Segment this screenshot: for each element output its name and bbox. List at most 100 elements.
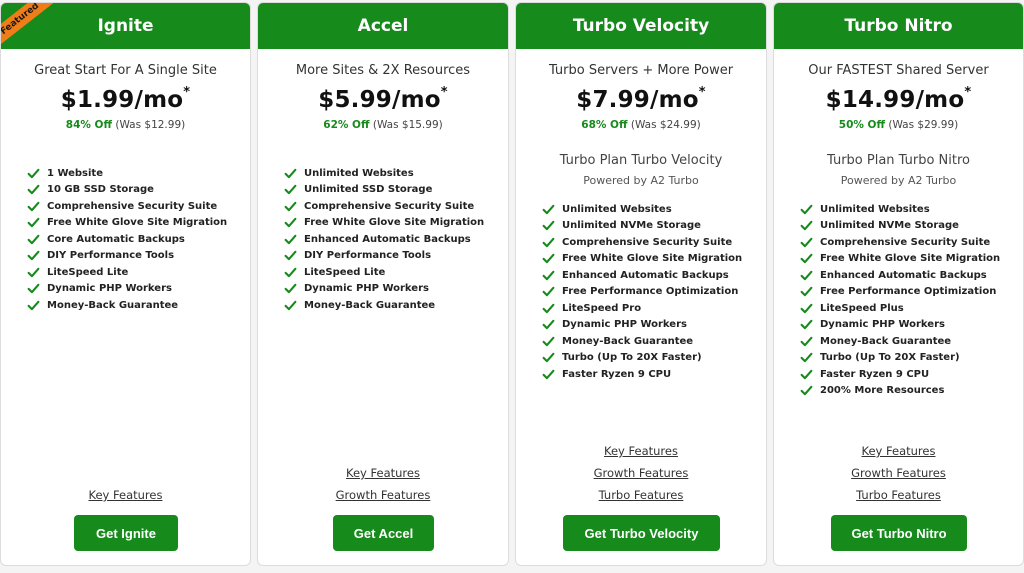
- plan-tagline: More Sites & 2X Resources: [295, 63, 471, 78]
- check-icon: [27, 185, 40, 195]
- feature-label: Dynamic PHP Workers: [304, 283, 429, 295]
- feature-label: Core Automatic Backups: [47, 233, 185, 245]
- feature-item: Comprehensive Security Suite: [800, 234, 1000, 251]
- plan-name: Turbo Velocity: [572, 16, 710, 36]
- get-ignite-button[interactable]: Get Ignite: [74, 515, 178, 551]
- feature-label: Free Performance Optimization: [562, 286, 739, 298]
- feature-item: Core Automatic Backups: [27, 231, 227, 248]
- check-icon: [542, 204, 555, 214]
- plan-discount: 84% Off (Was $12.99): [1, 119, 250, 131]
- feature-item: DIY Performance Tools: [27, 248, 227, 265]
- check-icon: [542, 221, 555, 231]
- feature-item: Money-Back Guarantee: [27, 297, 227, 314]
- feature-item: Free Performance Optimization: [800, 284, 1000, 301]
- feature-item: DIY Performance Tools: [284, 248, 484, 265]
- feature-item: Unlimited NVMe Storage: [800, 218, 1000, 235]
- growth-features-link[interactable]: Growth Features: [336, 484, 431, 506]
- feature-links: Key Features Growth Features: [258, 462, 508, 506]
- feature-item: Comprehensive Security Suite: [284, 198, 484, 215]
- turbo-features-link[interactable]: Turbo Features: [599, 484, 684, 506]
- feature-item: Unlimited SSD Storage: [284, 182, 484, 199]
- growth-features-link[interactable]: Growth Features: [594, 462, 689, 484]
- discount-percent: 50% Off: [838, 119, 885, 131]
- feature-item: Unlimited Websites: [542, 201, 742, 218]
- feature-item: Free White Glove Site Migration: [284, 215, 484, 232]
- feature-item: Free Performance Optimization: [542, 284, 742, 301]
- check-icon: [27, 267, 40, 277]
- check-icon: [27, 251, 40, 261]
- check-icon: [800, 386, 813, 396]
- feature-item: Free White Glove Site Migration: [542, 251, 742, 268]
- plan-discount: 50% Off (Was $29.99): [774, 119, 1023, 131]
- feature-item: Enhanced Automatic Backups: [284, 231, 484, 248]
- key-features-link[interactable]: Key Features: [346, 462, 420, 484]
- powered-by-label: Powered by A2 Turbo: [583, 174, 699, 187]
- check-icon: [284, 185, 297, 195]
- check-icon: [284, 234, 297, 244]
- feature-label: Faster Ryzen 9 CPU: [820, 368, 930, 380]
- get-accel-button[interactable]: Get Accel: [333, 515, 434, 551]
- check-icon: [800, 204, 813, 214]
- check-icon: [27, 201, 40, 211]
- check-icon: [800, 254, 813, 264]
- feature-links: Key Features Growth Features Turbo Feature…: [774, 440, 1023, 506]
- was-price: (Was $15.99): [372, 119, 443, 131]
- check-icon: [27, 218, 40, 228]
- feature-label: Unlimited SSD Storage: [304, 184, 433, 196]
- feature-item: Dynamic PHP Workers: [27, 281, 227, 298]
- check-icon: [542, 320, 555, 330]
- plan-tagline: Our FASTEST Shared Server: [808, 63, 989, 78]
- plan-price: $14.99/mo*: [825, 85, 972, 113]
- check-icon: [284, 284, 297, 294]
- feature-label: Comprehensive Security Suite: [562, 236, 733, 248]
- feature-label: 200% More Resources: [820, 385, 945, 397]
- feature-label: Unlimited Websites: [304, 167, 414, 179]
- feature-item: Free White Glove Site Migration: [800, 251, 1000, 268]
- key-features-link[interactable]: Key Features: [862, 440, 936, 462]
- plan-price: $5.99/mo*: [318, 85, 448, 113]
- was-price: (Was $29.99): [888, 119, 959, 131]
- feature-label: Unlimited Websites: [562, 203, 672, 215]
- feature-item: LiteSpeed Lite: [284, 264, 484, 281]
- plan-header: Turbo Velocity: [516, 3, 766, 49]
- check-icon: [800, 270, 813, 280]
- feature-item: Money-Back Guarantee: [284, 297, 484, 314]
- feature-item: Unlimited Websites: [284, 165, 484, 182]
- feature-label: Free Performance Optimization: [820, 286, 997, 298]
- growth-features-link[interactable]: Growth Features: [851, 462, 946, 484]
- get-turbo-nitro-button[interactable]: Get Turbo Nitro: [831, 515, 967, 551]
- feature-label: LiteSpeed Lite: [304, 266, 386, 278]
- powered-by-label: Powered by A2 Turbo: [840, 174, 957, 187]
- check-icon: [542, 270, 555, 280]
- check-icon: [542, 369, 555, 379]
- key-features-link[interactable]: Key Features: [89, 484, 163, 506]
- check-icon: [542, 353, 555, 363]
- feature-item: Money-Back Guarantee: [800, 333, 1000, 350]
- check-icon: [800, 320, 813, 330]
- check-icon: [800, 336, 813, 346]
- check-icon: [27, 234, 40, 244]
- feature-label: Enhanced Automatic Backups: [820, 269, 987, 281]
- feature-links: Key Features: [1, 484, 250, 506]
- check-icon: [800, 237, 813, 247]
- feature-item: Unlimited Websites: [800, 201, 1000, 218]
- feature-label: Comprehensive Security Suite: [304, 200, 475, 212]
- feature-label: LiteSpeed Lite: [47, 266, 129, 278]
- feature-label: Unlimited Websites: [820, 203, 930, 215]
- get-turbo-velocity-button[interactable]: Get Turbo Velocity: [563, 515, 720, 551]
- feature-list: Unlimited Websites Unlimited NVMe Storage…: [542, 201, 742, 383]
- check-icon: [542, 303, 555, 313]
- feature-item: Free White Glove Site Migration: [27, 215, 227, 232]
- plan-card-ignite: Featured Ignite Great Start For A Single…: [0, 2, 251, 566]
- feature-label: Free White Glove Site Migration: [304, 217, 485, 229]
- turbo-features-link[interactable]: Turbo Features: [856, 484, 941, 506]
- feature-label: Turbo (Up To 20X Faster): [562, 352, 702, 364]
- feature-label: Money-Back Guarantee: [304, 299, 436, 311]
- feature-item: Dynamic PHP Workers: [284, 281, 484, 298]
- feature-label: Free White Glove Site Migration: [820, 253, 1001, 265]
- turbo-plan-image: Turbo Plan Turbo Nitro: [826, 153, 970, 168]
- feature-label: Dynamic PHP Workers: [562, 319, 687, 331]
- feature-item: Money-Back Guarantee: [542, 333, 742, 350]
- feature-label: Money-Back Guarantee: [820, 335, 952, 347]
- key-features-link[interactable]: Key Features: [604, 440, 678, 462]
